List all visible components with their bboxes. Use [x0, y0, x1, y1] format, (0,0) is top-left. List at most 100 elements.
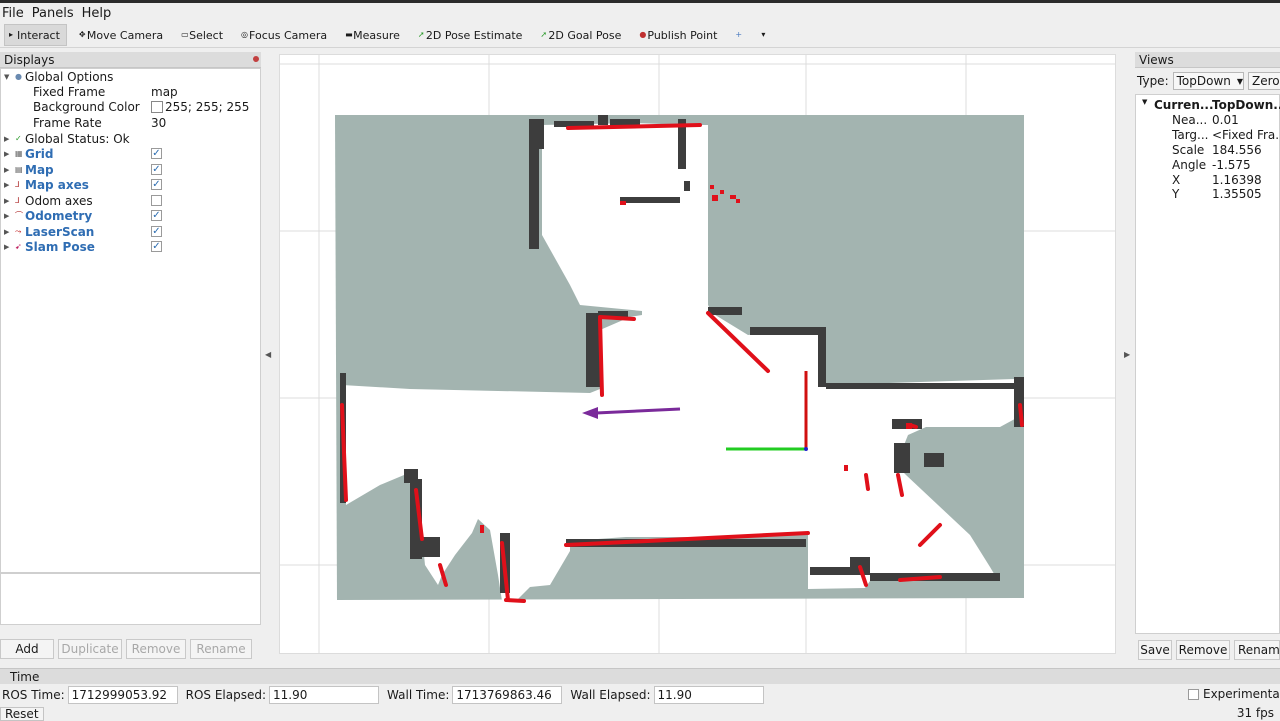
tool-bar: ▸ Interact ✥ Move Camera ▭ Select ◎ Focus Ca…	[0, 23, 1280, 48]
move-camera-tool-button[interactable]: ✥ Move Camera	[75, 24, 169, 46]
pose-icon: ➹	[15, 242, 22, 251]
view-prop-row[interactable]: Nea... 0.01	[1136, 113, 1280, 128]
fps-counter: 31 fps	[1236, 706, 1274, 720]
chevron-right-icon[interactable]: ▶	[4, 166, 9, 174]
remove-button[interactable]: Remove	[126, 639, 186, 659]
views-tree[interactable]: ▼ Curren... TopDown... Nea... 0.01 Targ..…	[1135, 94, 1280, 634]
map-axes-checkbox[interactable]: ✓	[151, 179, 162, 190]
close-icon[interactable]	[253, 56, 259, 62]
ros-time-field[interactable]: 1712999053.92	[67, 686, 178, 704]
view-prop-row[interactable]: Angle -1.575	[1136, 158, 1280, 173]
globe-icon: ●	[15, 72, 22, 81]
map-checkbox[interactable]: ✓	[151, 164, 162, 175]
global-options-row[interactable]: ▼ ● Global Options	[1, 69, 261, 84]
ros-elapsed-field[interactable]: 11.90	[269, 686, 380, 704]
display-item-map[interactable]: ▶ ▤ Map ✓	[1, 162, 261, 177]
grid-checkbox[interactable]: ✓	[151, 148, 162, 159]
reset-button[interactable]: Reset	[0, 707, 44, 721]
wall-elapsed-field[interactable]: 11.90	[653, 686, 764, 704]
display-item-odom-axes[interactable]: ▶ ⅃ Odom axes	[1, 193, 261, 208]
check-icon: ✓	[15, 134, 22, 143]
tool-menu-button[interactable]: ▾	[757, 24, 775, 46]
frame-rate-row[interactable]: Frame Rate 30	[1, 115, 261, 130]
rename-button[interactable]: Rename	[190, 639, 252, 659]
chevron-right-icon[interactable]: ▶	[4, 181, 9, 189]
interact-tool-button[interactable]: ▸ Interact	[4, 24, 67, 46]
move-icon: ✥	[78, 30, 86, 39]
chevron-right-icon[interactable]: ▶	[4, 150, 9, 158]
2d-goal-pose-tool-button[interactable]: ➚ 2D Goal Pose	[536, 24, 627, 46]
displays-header: Displays	[0, 52, 261, 68]
chevron-right-icon[interactable]: ▶	[4, 197, 9, 205]
chevron-down-icon: ▾	[761, 30, 766, 39]
chevron-down-icon[interactable]: ▼	[1142, 98, 1147, 106]
views-panel: Views Type: TopDown ▼ Zero ▼ Curren... To…	[1135, 52, 1280, 662]
save-view-button[interactable]: Save	[1138, 640, 1172, 660]
displays-tree[interactable]: ▼ ● Global Options Fixed Frame map Backg…	[0, 68, 261, 573]
view-prop-row[interactable]: Targ... <Fixed Fra...	[1136, 128, 1280, 143]
zero-button[interactable]: Zero	[1248, 72, 1280, 90]
menu-bar: File Panels Help	[0, 3, 1280, 23]
map-view-svg[interactable]	[280, 55, 1116, 654]
time-title: Time	[10, 669, 40, 684]
current-view-row[interactable]: ▼ Curren... TopDown...	[1136, 98, 1280, 113]
display-item-odometry[interactable]: ▶ ⌒ Odometry ✓	[1, 208, 261, 223]
displays-button-row: Add Duplicate Remove Rename	[0, 639, 261, 659]
ruler-icon: ▬	[345, 30, 353, 39]
collapse-left-icon[interactable]: ◀	[265, 350, 271, 359]
add-button[interactable]: Add	[0, 639, 54, 659]
views-title: Views	[1139, 52, 1174, 67]
displays-panel: Displays ▼ ● Global Options Fixed Frame …	[0, 52, 261, 662]
menu-file[interactable]: File	[2, 6, 24, 21]
chevron-down-icon[interactable]: ▼	[4, 73, 9, 81]
focus-camera-tool-button[interactable]: ◎ Focus Camera	[237, 24, 333, 46]
publish-point-tool-button[interactable]: ● Publish Point	[635, 24, 723, 46]
global-status-row[interactable]: ▶ ✓ Global Status: Ok	[1, 131, 261, 146]
display-item-slam-pose[interactable]: ▶ ➹ Slam Pose ✓	[1, 239, 261, 254]
background-color-row[interactable]: Background Color 255; 255; 255	[1, 99, 261, 114]
views-header: Views	[1135, 52, 1280, 68]
pin-icon: ●	[639, 30, 647, 39]
slam-pose-checkbox[interactable]: ✓	[151, 241, 162, 252]
display-item-map-axes[interactable]: ▶ ⅃ Map axes ✓	[1, 177, 261, 192]
display-item-laserscan[interactable]: ▶ ⤳ LaserScan ✓	[1, 224, 261, 239]
render-viewport[interactable]	[279, 54, 1116, 654]
collapse-right-icon[interactable]: ▶	[1124, 350, 1130, 359]
duplicate-button[interactable]: Duplicate	[58, 639, 122, 659]
axes-icon: ⅃	[15, 180, 20, 189]
odometry-checkbox[interactable]: ✓	[151, 210, 162, 221]
wall-time-field[interactable]: 1713769863.46	[452, 686, 563, 704]
chevron-right-icon[interactable]: ▶	[4, 243, 9, 251]
menu-help[interactable]: Help	[82, 6, 112, 21]
chevron-right-icon[interactable]: ▶	[4, 135, 9, 143]
occupancy-map	[335, 115, 1024, 601]
add-tool-button[interactable]: +	[731, 24, 749, 46]
view-prop-row[interactable]: Y 1.35505	[1136, 187, 1280, 202]
select-tool-button[interactable]: ▭ Select	[177, 24, 229, 46]
experimental-checkbox[interactable]	[1188, 688, 1199, 700]
view-prop-row[interactable]: Scale 184.556	[1136, 143, 1280, 158]
laserscan-checkbox[interactable]: ✓	[151, 226, 162, 237]
menu-panels[interactable]: Panels	[32, 6, 74, 21]
remove-view-button[interactable]: Remove	[1176, 640, 1230, 660]
map-icon: ▤	[15, 165, 23, 174]
experimental-toggle[interactable]: Experimental	[1188, 687, 1280, 701]
display-description	[0, 573, 261, 625]
laser-icon: ⤳	[15, 226, 22, 236]
display-item-grid[interactable]: ▶ ▦ Grid ✓	[1, 146, 261, 161]
color-swatch[interactable]	[151, 100, 163, 113]
view-prop-row[interactable]: X 1.16398	[1136, 173, 1280, 188]
chevron-right-icon[interactable]: ▶	[4, 228, 9, 236]
fixed-frame-row[interactable]: Fixed Frame map	[1, 84, 261, 99]
odom-axes-checkbox[interactable]	[151, 195, 162, 206]
arrow-green-icon: ➚	[417, 30, 425, 39]
arrow-green-icon: ➚	[540, 30, 548, 39]
chevron-right-icon[interactable]: ▶	[4, 212, 9, 220]
2d-pose-estimate-tool-button[interactable]: ➚ 2D Pose Estimate	[414, 24, 529, 46]
rename-view-button[interactable]: Rename	[1234, 640, 1280, 660]
focus-icon: ◎	[241, 30, 249, 39]
cursor-icon: ▸	[9, 30, 14, 39]
measure-tool-button[interactable]: ▬ Measure	[341, 24, 406, 46]
view-type-select[interactable]: TopDown ▼	[1172, 72, 1245, 90]
grid-icon: ▦	[15, 149, 23, 158]
